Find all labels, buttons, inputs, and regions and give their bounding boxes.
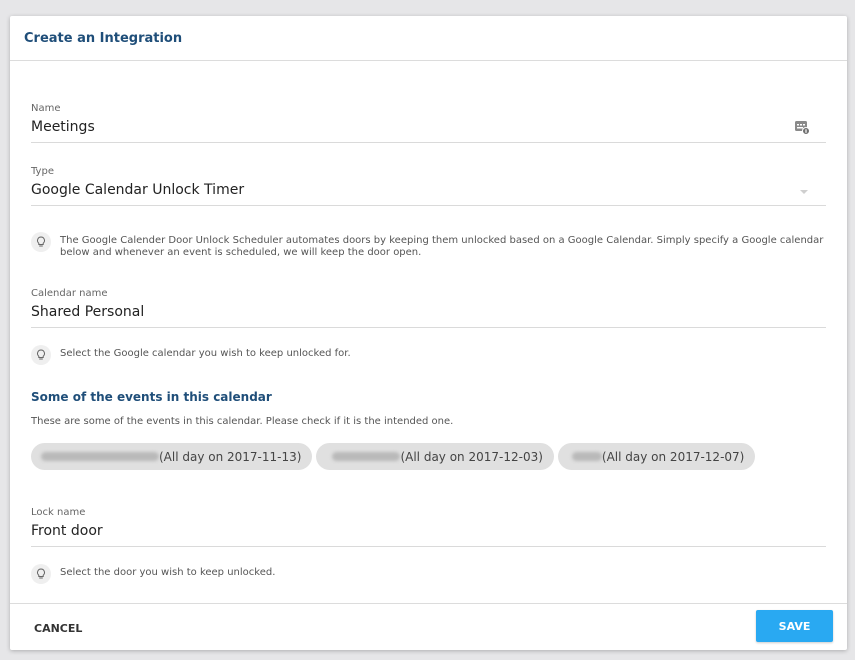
calendar-name-value: Shared Personal xyxy=(31,304,145,320)
name-field[interactable]: Name Meetings xyxy=(31,103,826,143)
lock-name-field[interactable]: Lock name Front door xyxy=(31,507,826,547)
redacted-event-title xyxy=(571,452,602,461)
type-label: Type xyxy=(31,166,54,177)
event-chip-label: (All day on 2017-12-03) xyxy=(400,449,543,464)
calendar-name-field[interactable]: Calendar name Shared Personal xyxy=(31,288,826,328)
name-label: Name xyxy=(31,103,61,114)
lock-hint-text: Select the door you wish to keep unlocke… xyxy=(60,567,276,578)
lock-hint: Select the door you wish to keep unlocke… xyxy=(31,564,826,584)
event-chip-label: (All day on 2017-12-07) xyxy=(601,449,745,464)
create-integration-dialog: Create an Integration Name Meetings Type… xyxy=(10,16,847,650)
dialog-footer: CANCEL SAVE xyxy=(10,603,847,650)
calendar-hint-text: Select the Google calendar you wish to k… xyxy=(60,348,351,359)
event-chip[interactable]: (All day on 2017-12-07) xyxy=(557,443,756,470)
type-hint: The Google Calender Door Unlock Schedule… xyxy=(31,232,826,259)
type-field[interactable]: Type Google Calendar Unlock Timer xyxy=(31,166,826,206)
lightbulb-icon xyxy=(31,564,51,584)
lightbulb-icon xyxy=(31,232,51,252)
type-hint-text: The Google Calender Door Unlock Schedule… xyxy=(60,235,824,258)
event-chip[interactable]: (All day on 2017-11-13) xyxy=(31,443,313,470)
event-chip[interactable]: (All day on 2017-12-03) xyxy=(316,443,554,470)
dialog-title: Create an Integration xyxy=(24,30,183,46)
lock-name-label: Lock name xyxy=(31,507,86,518)
calendar-name-label: Calendar name xyxy=(31,288,108,299)
save-button[interactable]: SAVE xyxy=(756,610,833,642)
calendar-name-input[interactable]: Shared Personal xyxy=(31,304,826,328)
calendar-hint: Select the Google calendar you wish to k… xyxy=(31,345,826,365)
name-value: Meetings xyxy=(31,119,95,135)
type-select[interactable]: Google Calendar Unlock Timer xyxy=(31,182,826,206)
name-input[interactable]: Meetings xyxy=(31,119,826,143)
event-chip-label: (All day on 2017-11-13) xyxy=(159,449,302,464)
keyboard-badge-icon[interactable] xyxy=(794,119,810,139)
cancel-button[interactable]: CANCEL xyxy=(24,618,92,639)
lock-name-value: Front door xyxy=(31,523,103,539)
type-value: Google Calendar Unlock Timer xyxy=(31,182,245,198)
redacted-event-title xyxy=(41,452,159,461)
chevron-down-icon[interactable] xyxy=(800,190,808,194)
events-section-title: Some of the events in this calendar xyxy=(31,390,272,404)
redacted-event-title xyxy=(332,452,401,461)
lightbulb-icon xyxy=(31,345,51,365)
event-chip-list: (All day on 2017-11-13) (All day on 2017… xyxy=(31,443,756,470)
lock-name-input[interactable]: Front door xyxy=(31,523,826,547)
dialog-header: Create an Integration xyxy=(10,16,847,61)
events-section-description: These are some of the events in this cal… xyxy=(31,416,454,427)
